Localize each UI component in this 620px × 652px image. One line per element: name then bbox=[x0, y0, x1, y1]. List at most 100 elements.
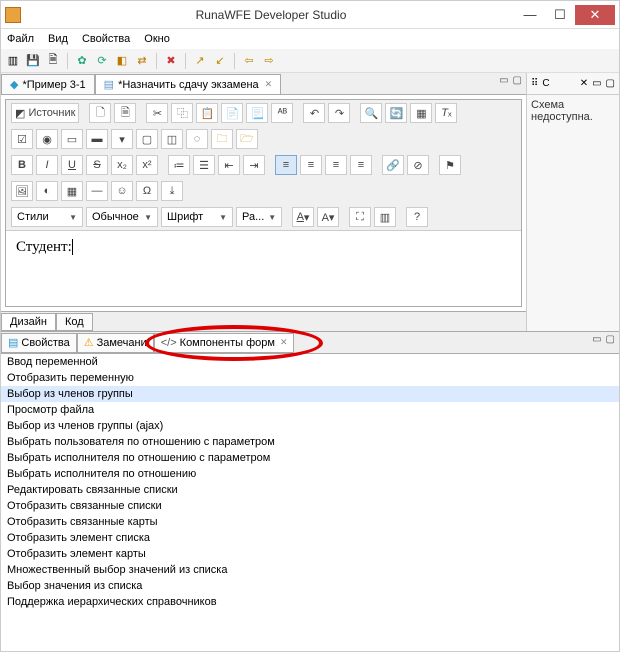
list-item[interactable]: Отобразить элемент карты bbox=[1, 546, 619, 562]
remove-format-icon[interactable]: Tₓ bbox=[435, 103, 457, 123]
smiley-icon[interactable]: ☺ bbox=[111, 181, 133, 201]
import-icon[interactable]: ↙ bbox=[212, 53, 228, 69]
number-list-icon[interactable]: ≔ bbox=[168, 155, 190, 175]
maximize-editor-icon[interactable]: ⛶ bbox=[349, 207, 371, 227]
menu-view[interactable]: Вид bbox=[48, 33, 68, 45]
source-button[interactable]: ◩ Источник bbox=[11, 103, 79, 123]
list-item[interactable]: Поддержка иерархических справочников bbox=[1, 594, 619, 610]
maximize-view-icon[interactable]: ▢ bbox=[513, 75, 522, 86]
design-tab[interactable]: Дизайн bbox=[1, 313, 56, 331]
close-icon[interactable]: ✕ bbox=[265, 79, 273, 90]
menu-properties[interactable]: Свойства bbox=[82, 33, 130, 45]
tab-notes[interactable]: ⚠ Замечани bbox=[77, 333, 154, 353]
tab-form-components[interactable]: </> Компоненты форм ✕ bbox=[154, 333, 295, 353]
cut-icon[interactable]: ✂ bbox=[146, 103, 168, 123]
textarea-icon[interactable]: ▬ bbox=[86, 129, 108, 149]
underline-button[interactable]: U bbox=[61, 155, 83, 175]
save-icon[interactable]: 💾 bbox=[25, 53, 41, 69]
max-icon[interactable]: ▢ bbox=[606, 78, 615, 89]
redo-icon[interactable]: ↷ bbox=[328, 103, 350, 123]
list-item[interactable]: Выбор из членов группы bbox=[1, 386, 619, 402]
minimize-button[interactable]: — bbox=[515, 5, 545, 25]
list-item[interactable]: Редактировать связанные списки bbox=[1, 482, 619, 498]
outdent-icon[interactable]: ⇤ bbox=[218, 155, 240, 175]
align-center-icon[interactable]: ≡ bbox=[300, 155, 322, 175]
minimize-view-icon[interactable]: ▭ bbox=[499, 75, 508, 86]
copy-icon[interactable]: ⿻ bbox=[171, 103, 193, 123]
list-item[interactable]: Отобразить элемент списка bbox=[1, 530, 619, 546]
help-icon[interactable]: ? bbox=[406, 207, 428, 227]
close-icon[interactable]: ✕ bbox=[280, 337, 288, 348]
flag-icon[interactable]: ⚑ bbox=[439, 155, 461, 175]
page-break-icon[interactable]: ⤓ bbox=[161, 181, 183, 201]
strike-button[interactable]: S bbox=[86, 155, 108, 175]
menu-window[interactable]: Окно bbox=[144, 33, 170, 45]
link-icon[interactable]: 🔗 bbox=[382, 155, 404, 175]
folder-icon[interactable]: 🗀 bbox=[211, 129, 233, 149]
paste-text-icon[interactable]: 📄 bbox=[221, 103, 243, 123]
close-button[interactable]: ✕ bbox=[575, 5, 615, 25]
button-field-icon[interactable]: ▢ bbox=[136, 129, 158, 149]
menu-file[interactable]: Файл bbox=[7, 33, 34, 45]
special-char-icon[interactable]: Ω bbox=[136, 181, 158, 201]
tab-example[interactable]: ◆ *Пример 3-1 bbox=[1, 74, 95, 94]
new-icon[interactable]: ▥ bbox=[5, 53, 21, 69]
spellcheck-icon[interactable]: ᴬᴮ bbox=[271, 103, 293, 123]
gear-icon[interactable]: ✿ bbox=[74, 53, 90, 69]
flash-icon[interactable]: ◐ bbox=[36, 181, 58, 201]
paste-icon[interactable]: 📋 bbox=[196, 103, 218, 123]
list-item[interactable]: Выбор из членов группы (ajax) bbox=[1, 418, 619, 434]
list-item[interactable]: Выбрать пользователя по отношению с пара… bbox=[1, 434, 619, 450]
delete-icon[interactable]: ✖ bbox=[163, 53, 179, 69]
editor-content[interactable]: Студент: bbox=[6, 230, 521, 306]
list-item[interactable]: Просмотр файла bbox=[1, 402, 619, 418]
indent-icon[interactable]: ⇥ bbox=[243, 155, 265, 175]
text-color-button[interactable]: A▾ bbox=[292, 207, 314, 227]
image-button-icon[interactable]: ◫ bbox=[161, 129, 183, 149]
select-all-icon[interactable]: ▦ bbox=[410, 103, 432, 123]
table-icon[interactable]: ▦ bbox=[61, 181, 83, 201]
close-icon[interactable]: ✕ bbox=[580, 78, 588, 89]
folder2-icon[interactable]: 🗁 bbox=[236, 129, 258, 149]
undo-icon[interactable]: ↶ bbox=[303, 103, 325, 123]
minimize-view-icon[interactable]: ▭ bbox=[592, 334, 601, 345]
bold-button[interactable]: B bbox=[11, 155, 33, 175]
save-all-icon[interactable]: 🗎 bbox=[45, 53, 61, 69]
select-field-icon[interactable]: ▾ bbox=[111, 129, 133, 149]
text-field-icon[interactable]: ▭ bbox=[61, 129, 83, 149]
list-item[interactable]: Отобразить связанные карты bbox=[1, 514, 619, 530]
hidden-field-icon[interactable]: ◌ bbox=[186, 129, 208, 149]
align-right-icon[interactable]: ≡ bbox=[325, 155, 347, 175]
list-item[interactable]: Отобразить переменную bbox=[1, 370, 619, 386]
bg-color-button[interactable]: A▾ bbox=[317, 207, 339, 227]
superscript-button[interactable]: x² bbox=[136, 155, 158, 175]
tool-icon[interactable]: ◧ bbox=[114, 53, 130, 69]
maximize-button[interactable]: ☐ bbox=[545, 5, 575, 25]
radio-icon[interactable]: ◉ bbox=[36, 129, 58, 149]
styles-select[interactable]: Стили▼ bbox=[11, 207, 83, 227]
list-item[interactable]: Выбрать исполнителя по отношению с парам… bbox=[1, 450, 619, 466]
font-select[interactable]: Шрифт▼ bbox=[161, 207, 233, 227]
form-components-list[interactable]: Ввод переменнойОтобразить переменнуюВыбо… bbox=[1, 354, 619, 651]
list-item[interactable]: Выбрать исполнителя по отношению bbox=[1, 466, 619, 482]
tab-assign-exam[interactable]: ▤ *Назначить сдачу экзамена ✕ bbox=[95, 74, 282, 94]
subscript-button[interactable]: x₂ bbox=[111, 155, 133, 175]
compare-icon[interactable]: ⇄ bbox=[134, 53, 150, 69]
code-tab[interactable]: Код bbox=[56, 313, 93, 331]
paste-word-icon[interactable]: 📃 bbox=[246, 103, 268, 123]
new-page-icon[interactable]: 🗋 bbox=[89, 103, 111, 123]
bullet-list-icon[interactable]: ☰ bbox=[193, 155, 215, 175]
image-icon[interactable]: 🖼 bbox=[11, 181, 33, 201]
checkbox-icon[interactable]: ☑ bbox=[11, 129, 33, 149]
format-select[interactable]: Обычное▼ bbox=[86, 207, 158, 227]
unlink-icon[interactable]: ⊘ bbox=[407, 155, 429, 175]
list-item[interactable]: Ввод переменной bbox=[1, 354, 619, 370]
italic-button[interactable]: I bbox=[36, 155, 58, 175]
align-left-icon[interactable]: ≡ bbox=[275, 155, 297, 175]
align-justify-icon[interactable]: ≡ bbox=[350, 155, 372, 175]
list-item[interactable]: Выбор значения из списка bbox=[1, 578, 619, 594]
back-icon[interactable]: ⇦ bbox=[241, 53, 257, 69]
refresh-icon[interactable]: ⟳ bbox=[94, 53, 110, 69]
hr-icon[interactable]: — bbox=[86, 181, 108, 201]
list-item[interactable]: Множественный выбор значений из списка bbox=[1, 562, 619, 578]
